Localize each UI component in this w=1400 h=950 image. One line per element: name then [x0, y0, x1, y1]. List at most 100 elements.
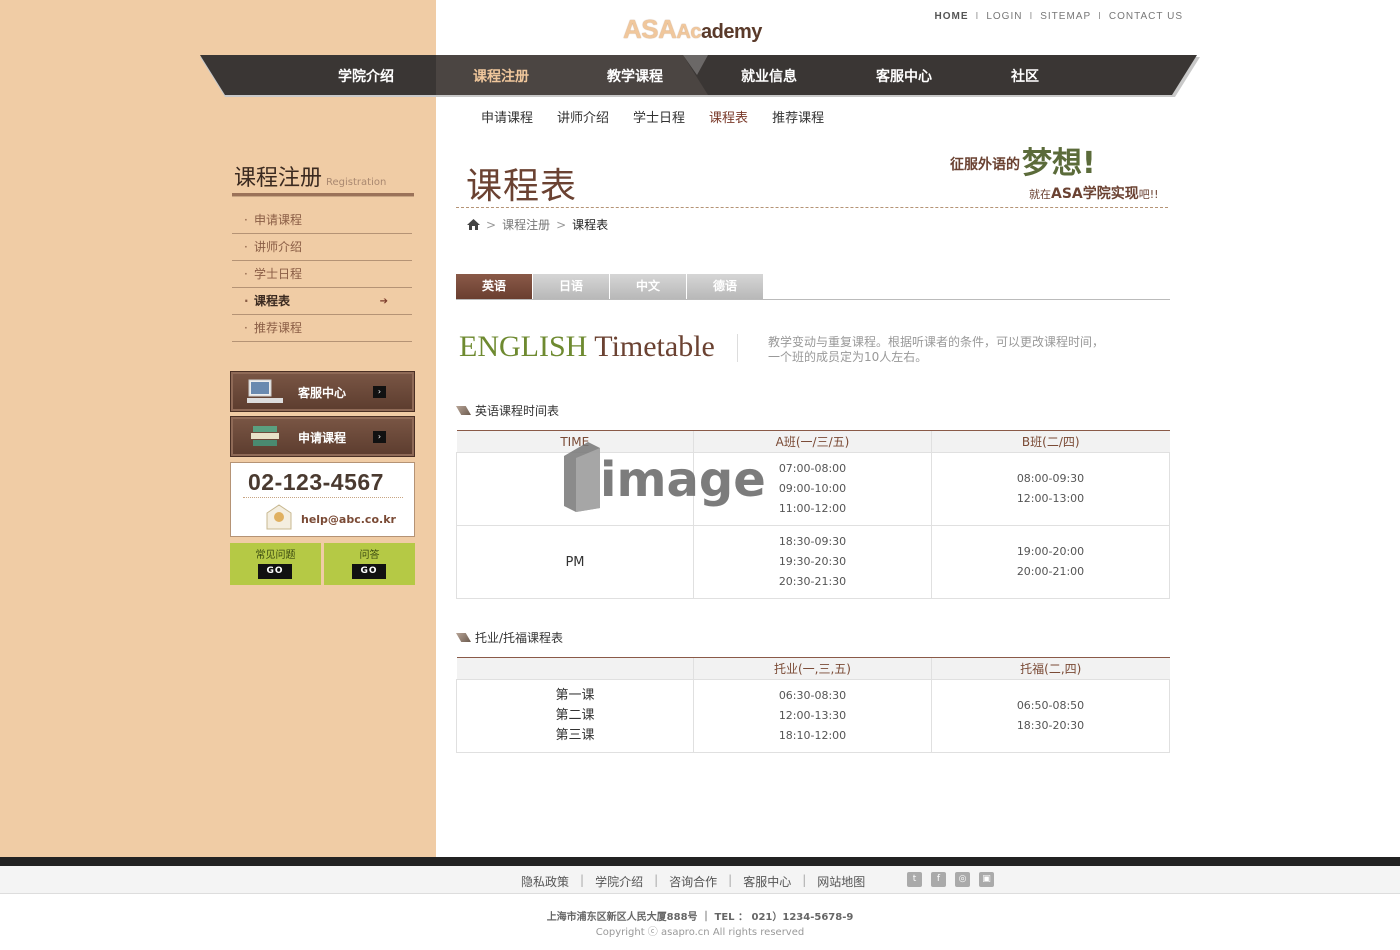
- faq-go-button[interactable]: GO: [258, 564, 292, 579]
- home-link[interactable]: HOME: [935, 11, 969, 22]
- separator: |: [580, 873, 585, 887]
- nav-item-community[interactable]: 社区: [1011, 66, 1039, 86]
- facebook-icon[interactable]: f: [931, 872, 946, 887]
- footer-top-bar: [0, 857, 1400, 866]
- nav-item-service[interactable]: 客服中心: [876, 66, 932, 86]
- table-row: PM 18:30-09:30 19:30-20:30 20:30-21:30 1…: [456, 525, 1170, 599]
- table-cell: 06:30-08:30 12:00-13:30 18:10-12:00: [693, 679, 932, 753]
- divider: [737, 334, 738, 362]
- footer-copyright: Copyright ⓒ asapro.cn All rights reserve…: [595, 927, 805, 938]
- footer-link-service[interactable]: 客服中心: [743, 873, 791, 890]
- main-navigation: 学院介绍 课程注册 教学课程 就业信息 客服中心 社区: [200, 55, 1200, 97]
- breadcrumb: > 课程注册 > 课程表: [467, 216, 608, 233]
- watermark: imageDJ: [564, 442, 770, 512]
- subnav-instructors[interactable]: 讲师介绍: [557, 107, 609, 126]
- divider: [243, 497, 403, 498]
- blog-icon[interactable]: ▣: [979, 872, 994, 887]
- faq-box[interactable]: 常见问题 GO: [230, 543, 321, 585]
- tabs-divider: [456, 299, 1170, 300]
- footer-links: 隐私政策 | 学院介绍 | 咨询合作 | 客服中心 | 网站地图: [521, 873, 865, 890]
- section-marker-icon: [456, 406, 471, 415]
- timetable-heading: ENGLISH Timetable: [459, 330, 715, 363]
- books-icon: [251, 426, 279, 446]
- page-title: 课程表: [466, 166, 578, 207]
- subnav-apply[interactable]: 申请课程: [481, 107, 533, 126]
- sidebar-item-timetable[interactable]: 课程表➔: [232, 288, 412, 315]
- top-utility-links: HOME I LOGIN I SITEMAP I CONTACT US: [935, 11, 1183, 22]
- sidebar-item-instructors[interactable]: 讲师介绍: [232, 234, 412, 261]
- separator: I: [1029, 11, 1034, 22]
- rss-icon[interactable]: ◎: [955, 872, 970, 887]
- tab-japanese[interactable]: 日语: [533, 274, 609, 299]
- column-header: B班(二/四): [931, 430, 1170, 453]
- table-cell: 08:00-09:30 12:00-13:00: [931, 452, 1170, 526]
- footer-link-sitemap[interactable]: 网站地图: [817, 873, 865, 890]
- sidebar-item-schedule[interactable]: 学士日程: [232, 261, 412, 288]
- sitemap-link[interactable]: SITEMAP: [1040, 11, 1091, 22]
- qa-box[interactable]: 问答 GO: [324, 543, 415, 585]
- section-heading-english: 英语课程时间表: [456, 402, 559, 419]
- table-cell: 06:50-08:50 18:30-20:30: [931, 679, 1170, 753]
- subnav-recommended[interactable]: 推荐课程: [772, 107, 824, 126]
- sidebar-item-recommended[interactable]: 推荐课程: [232, 315, 412, 342]
- breadcrumb-registration[interactable]: 课程注册: [502, 216, 550, 233]
- tab-german[interactable]: 德语: [687, 274, 763, 299]
- chevron-right-icon: >: [486, 217, 497, 232]
- sidebar-item-apply[interactable]: 申请课程: [232, 207, 412, 234]
- tab-chinese[interactable]: 中文: [610, 274, 686, 299]
- section-heading-toeic-toefl: 托业/托福课程表: [456, 629, 563, 646]
- login-link[interactable]: LOGIN: [986, 11, 1022, 22]
- nav-item-about[interactable]: 学院介绍: [338, 66, 394, 86]
- email-link[interactable]: help@abc.co.kr: [301, 513, 396, 526]
- social-links: t f ◎ ▣: [907, 872, 994, 887]
- apply-course-button[interactable]: 申请课程 ›: [230, 416, 415, 457]
- contact-us-link[interactable]: CONTACT US: [1109, 11, 1183, 22]
- separator: I: [975, 11, 980, 22]
- nav-item-registration[interactable]: 课程注册: [473, 66, 529, 86]
- sidebar-menu: 申请课程 讲师介绍 学士日程 课程表➔ 推荐课程: [232, 207, 412, 342]
- column-header: [456, 657, 694, 680]
- qa-go-button[interactable]: GO: [352, 564, 386, 579]
- nav-item-employment[interactable]: 就业信息: [741, 66, 797, 86]
- chevron-right-icon: >: [556, 217, 567, 232]
- promo-banner: 征服外语的 梦想! 就在ASA学院实现吧!!: [950, 146, 1159, 202]
- footer-link-about[interactable]: 学院介绍: [595, 873, 643, 890]
- envelope-icon: [266, 504, 292, 530]
- subnav-schedule[interactable]: 学士日程: [633, 107, 685, 126]
- toeic-toefl-timetable: 托业(一,三,五) 托福(二,四) 第一课 第二课 第三课 06:30-08:3…: [456, 657, 1170, 753]
- tab-english[interactable]: 英语: [456, 274, 532, 299]
- sidebar-title-divider: [232, 193, 414, 197]
- computer-icon: [247, 379, 283, 403]
- sidebar-title: 课程注册 Registration: [234, 166, 387, 191]
- separator: |: [728, 873, 733, 887]
- separator: |: [654, 873, 659, 887]
- timetable-description: 教学变动与重复课程。根据听课者的条件，可以更改课程时间，一个班的成员定为10人左…: [768, 335, 1105, 364]
- nav-item-courses[interactable]: 教学课程: [607, 66, 663, 86]
- section-marker-icon: [456, 633, 471, 642]
- phone-number: 02-123-4567: [248, 469, 384, 495]
- contact-box: 02-123-4567 help@abc.co.kr: [230, 462, 415, 537]
- row-label: 第一课 第二课 第三课: [456, 679, 694, 753]
- faq-label: 常见问题: [255, 550, 296, 561]
- table-cell: 19:00-20:00 20:00-21:00: [931, 525, 1170, 599]
- customer-service-button[interactable]: 客服中心 ›: [230, 371, 415, 412]
- subnav-timetable[interactable]: 课程表: [709, 107, 748, 126]
- title-divider: [456, 207, 1168, 208]
- column-header: 托福(二,四): [931, 657, 1170, 680]
- site-logo[interactable]: ASAAcademy: [623, 14, 762, 45]
- column-header: 托业(一,三,五): [693, 657, 932, 680]
- separator: I: [1098, 11, 1102, 22]
- qa-label: 问答: [359, 550, 380, 561]
- customer-service-label: 客服中心: [298, 386, 347, 400]
- chevron-right-icon: ➔: [379, 296, 388, 307]
- footer-link-cooperation[interactable]: 咨询合作: [669, 873, 717, 890]
- row-label: PM: [456, 525, 694, 599]
- svg-text:imageDJ: imageDJ: [600, 452, 770, 508]
- table-cell: 18:30-09:30 19:30-20:30 20:30-21:30: [693, 525, 932, 599]
- sub-navigation: 申请课程 讲师介绍 学士日程 课程表 推荐课程: [481, 107, 824, 126]
- footer-link-privacy[interactable]: 隐私政策: [521, 873, 569, 890]
- home-icon[interactable]: [467, 219, 480, 230]
- arrow-right-icon: ›: [373, 431, 386, 443]
- twitter-icon[interactable]: t: [907, 872, 922, 887]
- footer-address: 上海市浦东区新区人民大厦888号 ｜ TEL ： 021）1234-5678-9: [546, 912, 854, 923]
